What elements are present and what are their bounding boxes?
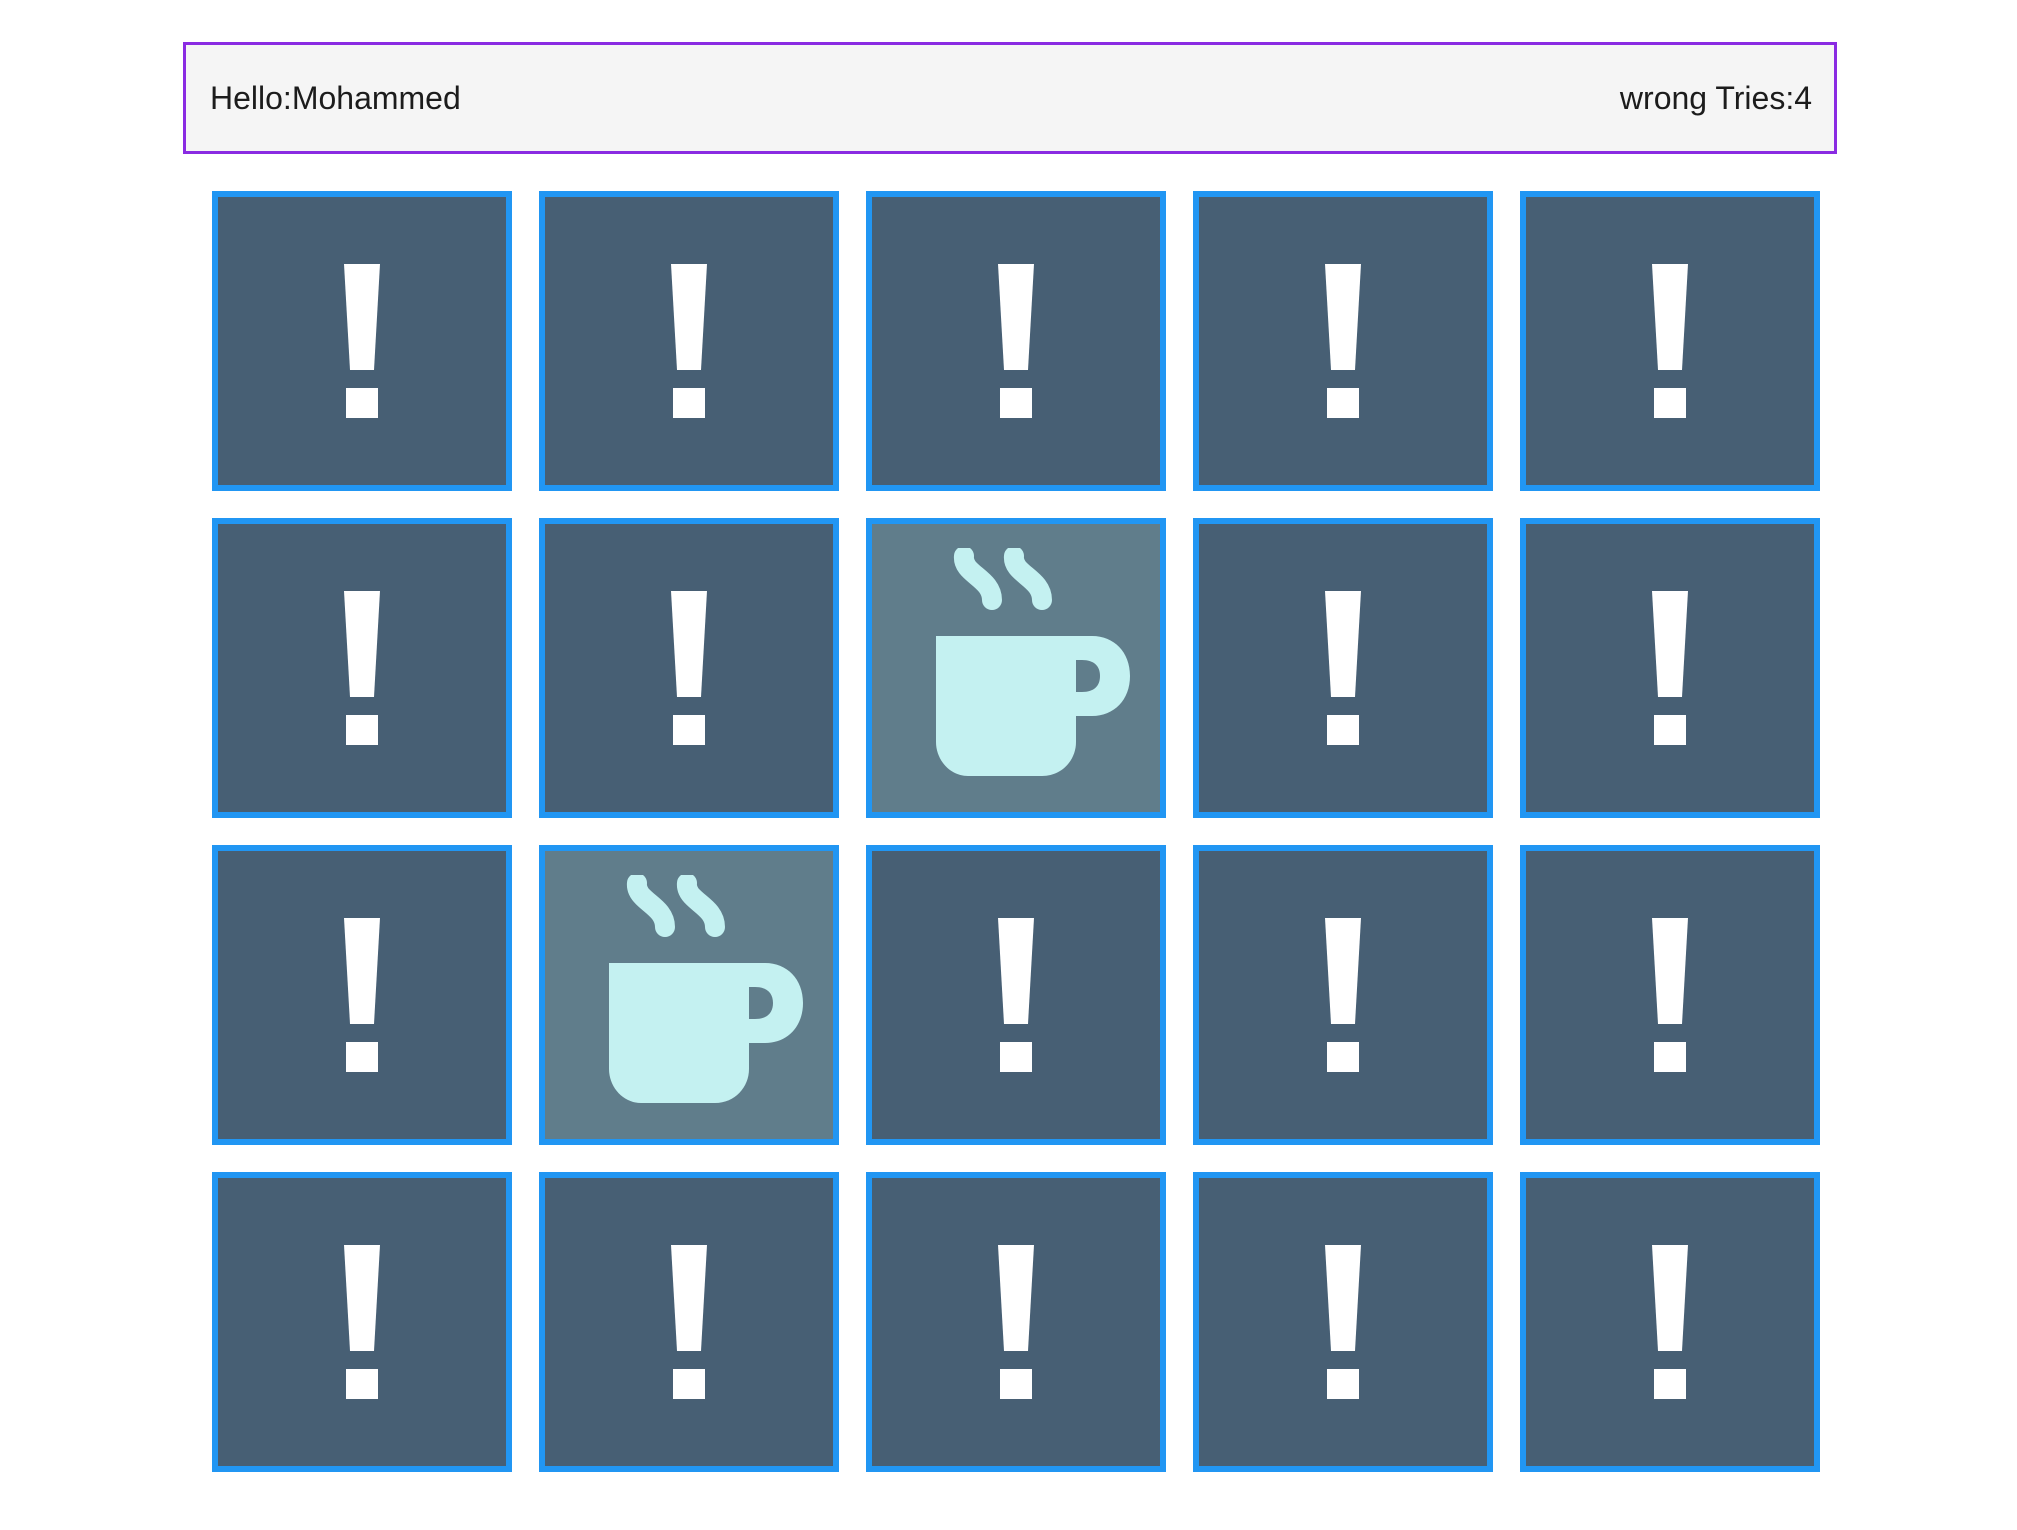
memory-card[interactable]: [212, 518, 512, 818]
exclamation-icon: [998, 1245, 1034, 1399]
memory-card[interactable]: [539, 518, 839, 818]
player-greeting: Hello:Mohammed: [210, 79, 461, 116]
exclamation-icon: [344, 918, 380, 1072]
exclamation-icon: [344, 591, 380, 745]
exclamation-icon: [998, 918, 1034, 1072]
memory-card-flipped[interactable]: [539, 845, 839, 1145]
memory-card[interactable]: [212, 845, 512, 1145]
memory-card[interactable]: [539, 1172, 839, 1472]
exclamation-icon: [1652, 918, 1688, 1072]
memory-card[interactable]: [1520, 845, 1820, 1145]
memory-card[interactable]: [1193, 845, 1493, 1145]
exclamation-icon: [1325, 591, 1361, 745]
memory-card[interactable]: [866, 191, 1166, 491]
exclamation-icon: [998, 264, 1034, 418]
memory-card[interactable]: [539, 191, 839, 491]
memory-card[interactable]: [212, 191, 512, 491]
exclamation-icon: [1325, 264, 1361, 418]
exclamation-icon: [671, 591, 707, 745]
exclamation-icon: [344, 264, 380, 418]
wrong-tries-counter: wrong Tries:4: [1619, 79, 1812, 116]
memory-card[interactable]: [1193, 1172, 1493, 1472]
memory-card[interactable]: [866, 845, 1166, 1145]
exclamation-icon: [671, 1245, 707, 1399]
memory-card[interactable]: [212, 1172, 512, 1472]
exclamation-icon: [1652, 591, 1688, 745]
exclamation-icon: [1652, 1245, 1688, 1399]
game-board: [212, 191, 1820, 1472]
memory-card[interactable]: [1520, 191, 1820, 491]
exclamation-icon: [344, 1245, 380, 1399]
exclamation-icon: [1325, 1245, 1361, 1399]
exclamation-icon: [1325, 918, 1361, 1072]
memory-card[interactable]: [1520, 518, 1820, 818]
memory-card[interactable]: [1193, 191, 1493, 491]
memory-card-flipped[interactable]: [866, 518, 1166, 818]
memory-card[interactable]: [866, 1172, 1166, 1472]
memory-card[interactable]: [1520, 1172, 1820, 1472]
exclamation-icon: [671, 264, 707, 418]
memory-card[interactable]: [1193, 518, 1493, 818]
coffee-icon: [609, 875, 803, 1103]
info-bar: Hello:Mohammed wrong Tries:4: [183, 42, 1837, 154]
coffee-icon: [936, 548, 1130, 776]
exclamation-icon: [1652, 264, 1688, 418]
